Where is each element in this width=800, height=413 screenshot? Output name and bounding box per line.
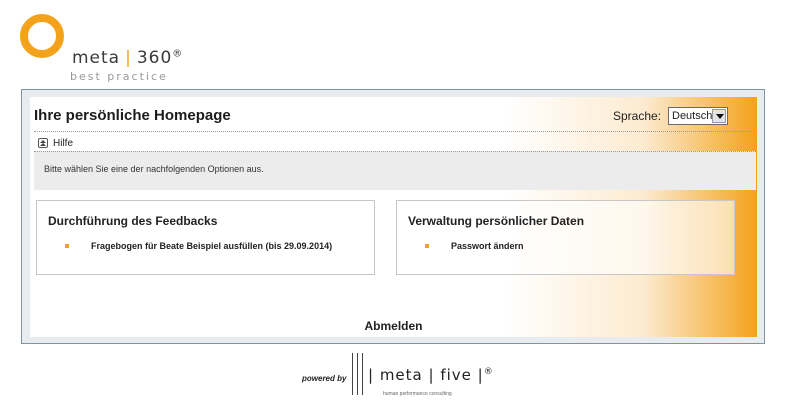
metafive-wordmark: | meta | five |® [368, 366, 494, 384]
logo-ring-icon [20, 14, 64, 58]
logo-brand: meta [72, 48, 121, 68]
chevron-down-icon[interactable] [712, 109, 726, 123]
page-title: Ihre persönliche Homepage [34, 107, 231, 124]
panel-personal-data: Verwaltung persönlicher Daten Passwort ä… [396, 200, 735, 275]
change-password-link[interactable]: Passwort ändern [451, 241, 524, 251]
logo-registered: ® [172, 48, 184, 60]
help-toggle[interactable]: Hilfe [38, 136, 73, 150]
logo-number: 360 [136, 48, 173, 68]
metafive-lines-icon [350, 353, 366, 395]
panel-personal-data-title: Verwaltung persönlicher Daten [408, 214, 585, 228]
metafive-tagline: human performance consulting [383, 391, 452, 397]
list-item[interactable]: Passwort ändern [425, 241, 524, 251]
info-text: Bitte wählen Sie eine der nachfolgenden … [44, 164, 264, 174]
logout-link[interactable]: Abmelden [30, 319, 757, 333]
info-panel: Bitte wählen Sie eine der nachfolgenden … [34, 151, 756, 190]
language-select[interactable]: Deutsch [668, 107, 728, 125]
panel-feedback: Durchführung des Feedbacks Fragebogen fü… [36, 200, 375, 275]
list-item[interactable]: Fragebogen für Beate Beispiel ausfüllen … [65, 241, 332, 251]
powered-by-label: powered by [302, 374, 347, 383]
bullet-icon [65, 244, 69, 248]
bullet-icon [425, 244, 429, 248]
language-select-value: Deutsch [672, 110, 713, 122]
content-area: Ihre persönliche Homepage Sprache: Deuts… [30, 97, 757, 337]
main-frame: Ihre persönliche Homepage Sprache: Deuts… [21, 89, 765, 344]
meta360-logo: meta | 360® best practice [20, 14, 220, 84]
divider [34, 131, 754, 132]
metafive-registered: ® [483, 367, 494, 377]
help-label[interactable]: Hilfe [53, 138, 73, 149]
panel-feedback-title: Durchführung des Feedbacks [48, 214, 218, 228]
language-label: Sprache: [613, 109, 662, 123]
collapse-icon[interactable] [38, 138, 48, 148]
logo-separator: | [125, 48, 132, 68]
logo-wordmark: meta | 360® [72, 48, 183, 68]
questionnaire-link[interactable]: Fragebogen für Beate Beispiel ausfüllen … [91, 241, 332, 251]
logo-subtitle: best practice [70, 70, 168, 83]
metafive-brand: | meta | five | [368, 366, 484, 384]
